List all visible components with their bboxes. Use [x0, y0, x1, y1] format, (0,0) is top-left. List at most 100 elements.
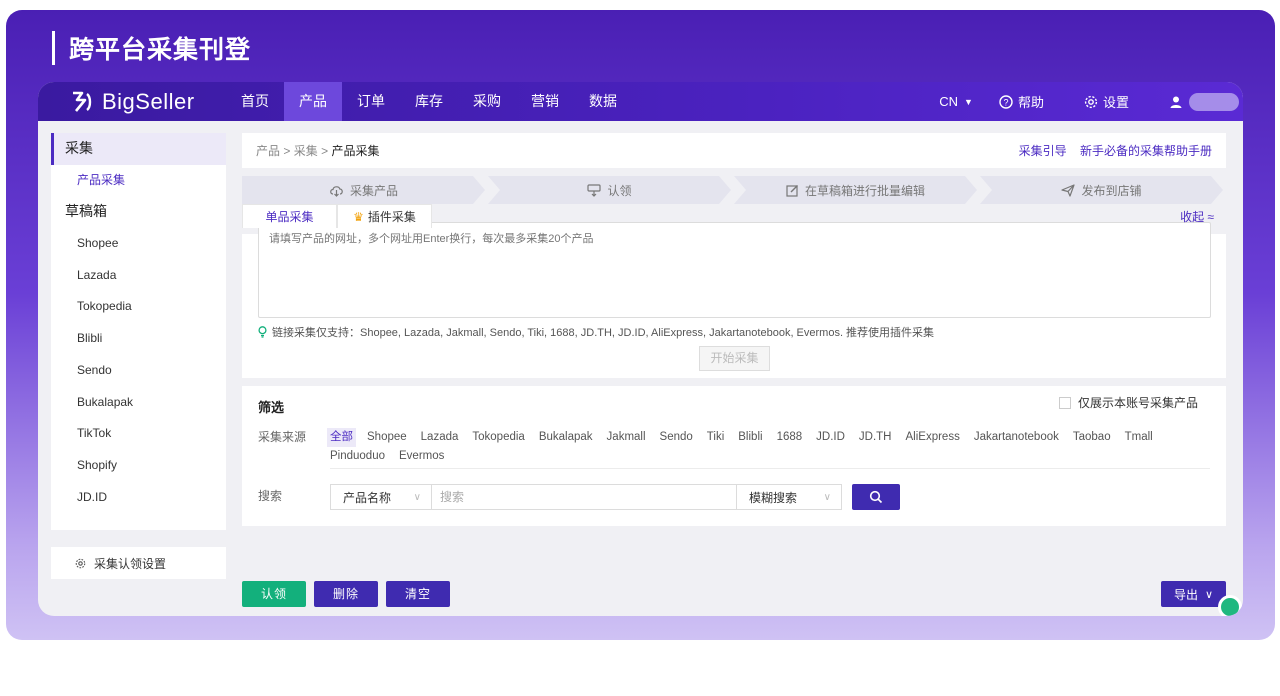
tab-plugin-collect[interactable]: ♛ 插件采集: [337, 204, 432, 228]
sidebar-item-blibli[interactable]: Blibli: [51, 323, 226, 355]
nav-right: CN ▼ ? 帮助 设置: [939, 82, 1243, 121]
breadcrumb-bar: 产品 > 采集 > 产品采集 采集引导 新手必备的采集帮助手册: [242, 133, 1226, 168]
supported-platforms-text: 链接采集仅支持：Shopee, Lazada, Jakmall, Sendo, …: [272, 327, 935, 339]
nav-item-data[interactable]: 数据: [574, 82, 632, 121]
product-url-input[interactable]: [258, 222, 1211, 318]
source-option[interactable]: Tmall: [1125, 428, 1153, 447]
sidebar-item-product-collect[interactable]: 产品采集: [51, 165, 226, 197]
bulk-actions: 认领 删除 清空: [242, 581, 458, 607]
svg-text:?: ?: [1003, 97, 1008, 107]
search-input[interactable]: 搜索: [432, 484, 736, 510]
only-own-products-checkbox[interactable]: 仅展示本账号采集产品: [1058, 394, 1198, 411]
nav-item-inventory[interactable]: 库存: [400, 82, 458, 121]
nav-item-purchase[interactable]: 采购: [458, 82, 516, 121]
collect-guide-link[interactable]: 采集引导: [1019, 144, 1067, 158]
collect-claim-settings-label: 采集认领设置: [94, 556, 167, 571]
supported-platforms-hint: 链接采集仅支持：Shopee, Lazada, Jakmall, Sendo, …: [258, 324, 934, 340]
username-blurred: [1189, 92, 1239, 111]
search-field-value: 产品名称: [343, 490, 392, 505]
source-label: 采集来源: [258, 430, 307, 444]
filter-title: 筛选: [258, 400, 285, 415]
chat-support-icon[interactable]: [1218, 595, 1242, 616]
source-option[interactable]: AliExpress: [906, 428, 960, 447]
source-option[interactable]: Shopee: [367, 428, 407, 447]
help-links: 采集引导 新手必备的采集帮助手册: [1009, 142, 1212, 159]
source-option[interactable]: Taobao: [1073, 428, 1111, 447]
search-field-select[interactable]: 产品名称 ∨: [330, 484, 432, 510]
source-options: 全部 Shopee Lazada Tokopedia Bukalapak Jakmall S…: [327, 428, 1170, 466]
help-button[interactable]: ? 帮助: [999, 92, 1044, 111]
sidebar-item-tokopedia[interactable]: Tokopedia: [51, 291, 226, 323]
language-label: CN: [939, 94, 959, 109]
sidebar-group-drafts[interactable]: 草稿箱: [51, 196, 226, 228]
collapse-toggle[interactable]: 收起 ≈: [1180, 208, 1214, 225]
source-option[interactable]: JD.TH: [859, 428, 892, 447]
sidebar-item-bukalapak[interactable]: Bukalapak: [51, 387, 226, 419]
main-content: 产品 > 采集 > 产品采集 采集引导 新手必备的采集帮助手册 采集产品 认领: [242, 133, 1226, 526]
sidebar-item-sendo[interactable]: Sendo: [51, 355, 226, 387]
source-option[interactable]: Lazada: [421, 428, 459, 447]
search-row: 产品名称 ∨ 搜索 模糊搜索 ∨: [330, 484, 900, 510]
nav-item-marketing[interactable]: 营销: [516, 82, 574, 121]
step-claim: 认领: [488, 176, 731, 204]
send-icon: [1061, 184, 1075, 197]
sidebar-item-lazada[interactable]: Lazada: [51, 260, 226, 292]
search-label: 搜索: [258, 489, 283, 503]
source-option[interactable]: Tiki: [707, 428, 724, 447]
source-option[interactable]: Evermos: [399, 447, 444, 466]
export-button[interactable]: 导出 ∨: [1161, 581, 1226, 607]
source-option[interactable]: Sendo: [660, 428, 693, 447]
source-option[interactable]: 全部: [327, 428, 356, 447]
start-collect-button[interactable]: 开始采集: [699, 346, 770, 371]
chevron-down-icon: ∨: [1204, 588, 1214, 601]
lightbulb-icon: [258, 326, 267, 338]
source-option[interactable]: Jakmall: [607, 428, 646, 447]
chevron-down-icon: ∨: [413, 491, 421, 503]
source-option[interactable]: Bukalapak: [539, 428, 593, 447]
claim-button[interactable]: 认领: [242, 581, 306, 607]
breadcrumb-products[interactable]: 产品: [256, 144, 280, 158]
source-option[interactable]: 1688: [777, 428, 803, 447]
source-option[interactable]: JD.ID: [816, 428, 845, 447]
collect-claim-settings[interactable]: 采集认领设置: [51, 547, 226, 579]
gear-icon: [75, 558, 86, 568]
tab-single-collect[interactable]: 单品采集: [242, 204, 337, 228]
breadcrumb-collect[interactable]: 采集: [294, 144, 318, 158]
top-navigation: BigSeller 首页 产品 订单 库存 采购 营销 数据 CN ▼ ? 帮助…: [38, 82, 1243, 121]
sidebar-item-shopify[interactable]: Shopify: [51, 450, 226, 482]
breadcrumb-separator: >: [321, 144, 329, 158]
banner-title: 跨平台采集刊登: [52, 30, 251, 66]
sidebar-item-shopee[interactable]: Shopee: [51, 228, 226, 260]
search-icon: [869, 490, 883, 504]
user-menu[interactable]: [1169, 92, 1239, 111]
search-mode-select[interactable]: 模糊搜索 ∨: [736, 484, 842, 510]
breadcrumb-current: 产品采集: [331, 144, 380, 158]
source-option[interactable]: Jakartanotebook: [974, 428, 1059, 447]
nav-item-products[interactable]: 产品: [284, 82, 342, 121]
source-option[interactable]: Tokopedia: [472, 428, 524, 447]
nav-item-home[interactable]: 首页: [226, 82, 284, 121]
search-button[interactable]: [852, 484, 900, 510]
search-mode-value: 模糊搜索: [749, 490, 798, 505]
settings-button[interactable]: 设置: [1084, 92, 1129, 111]
checkbox-box[interactable]: [1058, 396, 1071, 409]
sidebar-item-jdid[interactable]: JD.ID: [51, 482, 226, 514]
collect-manual-link[interactable]: 新手必备的采集帮助手册: [1080, 144, 1212, 158]
sidebar-item-tiktok[interactable]: TikTok: [51, 418, 226, 450]
language-selector[interactable]: CN ▼: [939, 94, 973, 109]
app-window: BigSeller 首页 产品 订单 库存 采购 营销 数据 CN ▼ ? 帮助…: [38, 82, 1243, 616]
step-edit: 在草稿箱进行批量编辑: [734, 176, 977, 204]
source-option[interactable]: Pinduoduo: [330, 447, 385, 466]
divider: [330, 468, 1210, 469]
step-claim-label: 认领: [607, 183, 632, 198]
collect-panel: 单品采集 ♛插件采集 收起 ≈ 链接采集仅支持：Shopee, Lazada, …: [242, 204, 1226, 378]
sidebar-group-collect[interactable]: 采集: [51, 133, 226, 165]
delete-button[interactable]: 删除: [314, 581, 378, 607]
breadcrumb: 产品 > 采集 > 产品采集: [256, 142, 379, 159]
clear-button[interactable]: 清空: [386, 581, 450, 607]
step-publish: 发布到店铺: [980, 176, 1223, 204]
main-menu: 首页 产品 订单 库存 采购 营销 数据: [226, 82, 632, 121]
logo[interactable]: BigSeller: [68, 89, 226, 115]
nav-item-orders[interactable]: 订单: [342, 82, 400, 121]
source-option[interactable]: Blibli: [738, 428, 762, 447]
